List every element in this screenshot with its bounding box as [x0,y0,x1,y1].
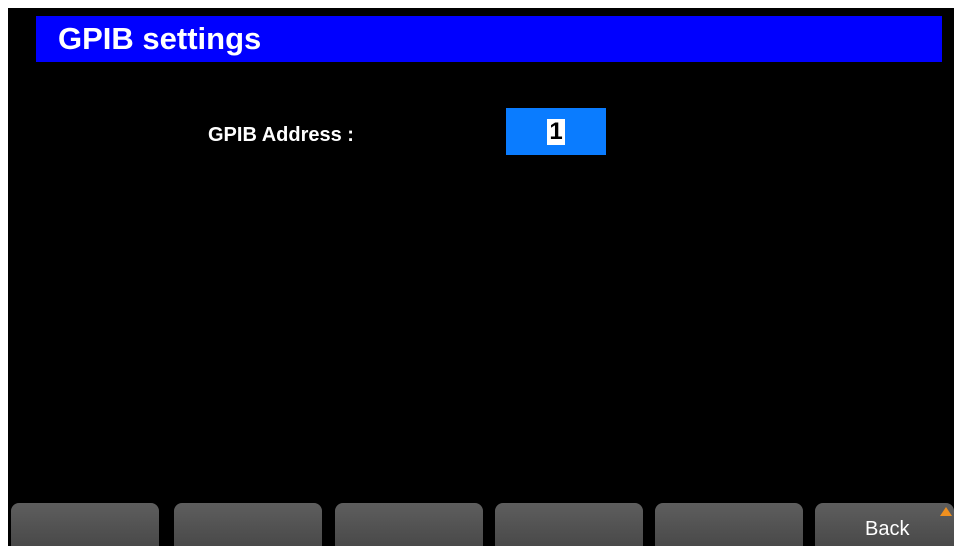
back-softkey[interactable]: Back [815,503,954,546]
softkey-5[interactable] [655,503,803,546]
softkey-3[interactable] [335,503,483,546]
gpib-address-field[interactable]: 1 [506,108,606,155]
gpib-address-label: GPIB Address : [208,124,354,146]
softkey-1[interactable] [11,503,159,546]
gpib-address-value: 1 [547,117,565,145]
instrument-screen: GPIB settings GPIB Address : 1 Back [8,8,954,546]
up-arrow-icon [940,507,952,516]
page-title: GPIB settings [36,16,942,62]
back-label: Back [865,518,910,540]
softkey-bar: Back [8,503,954,546]
softkey-4[interactable] [495,503,643,546]
softkey-2[interactable] [174,503,322,546]
